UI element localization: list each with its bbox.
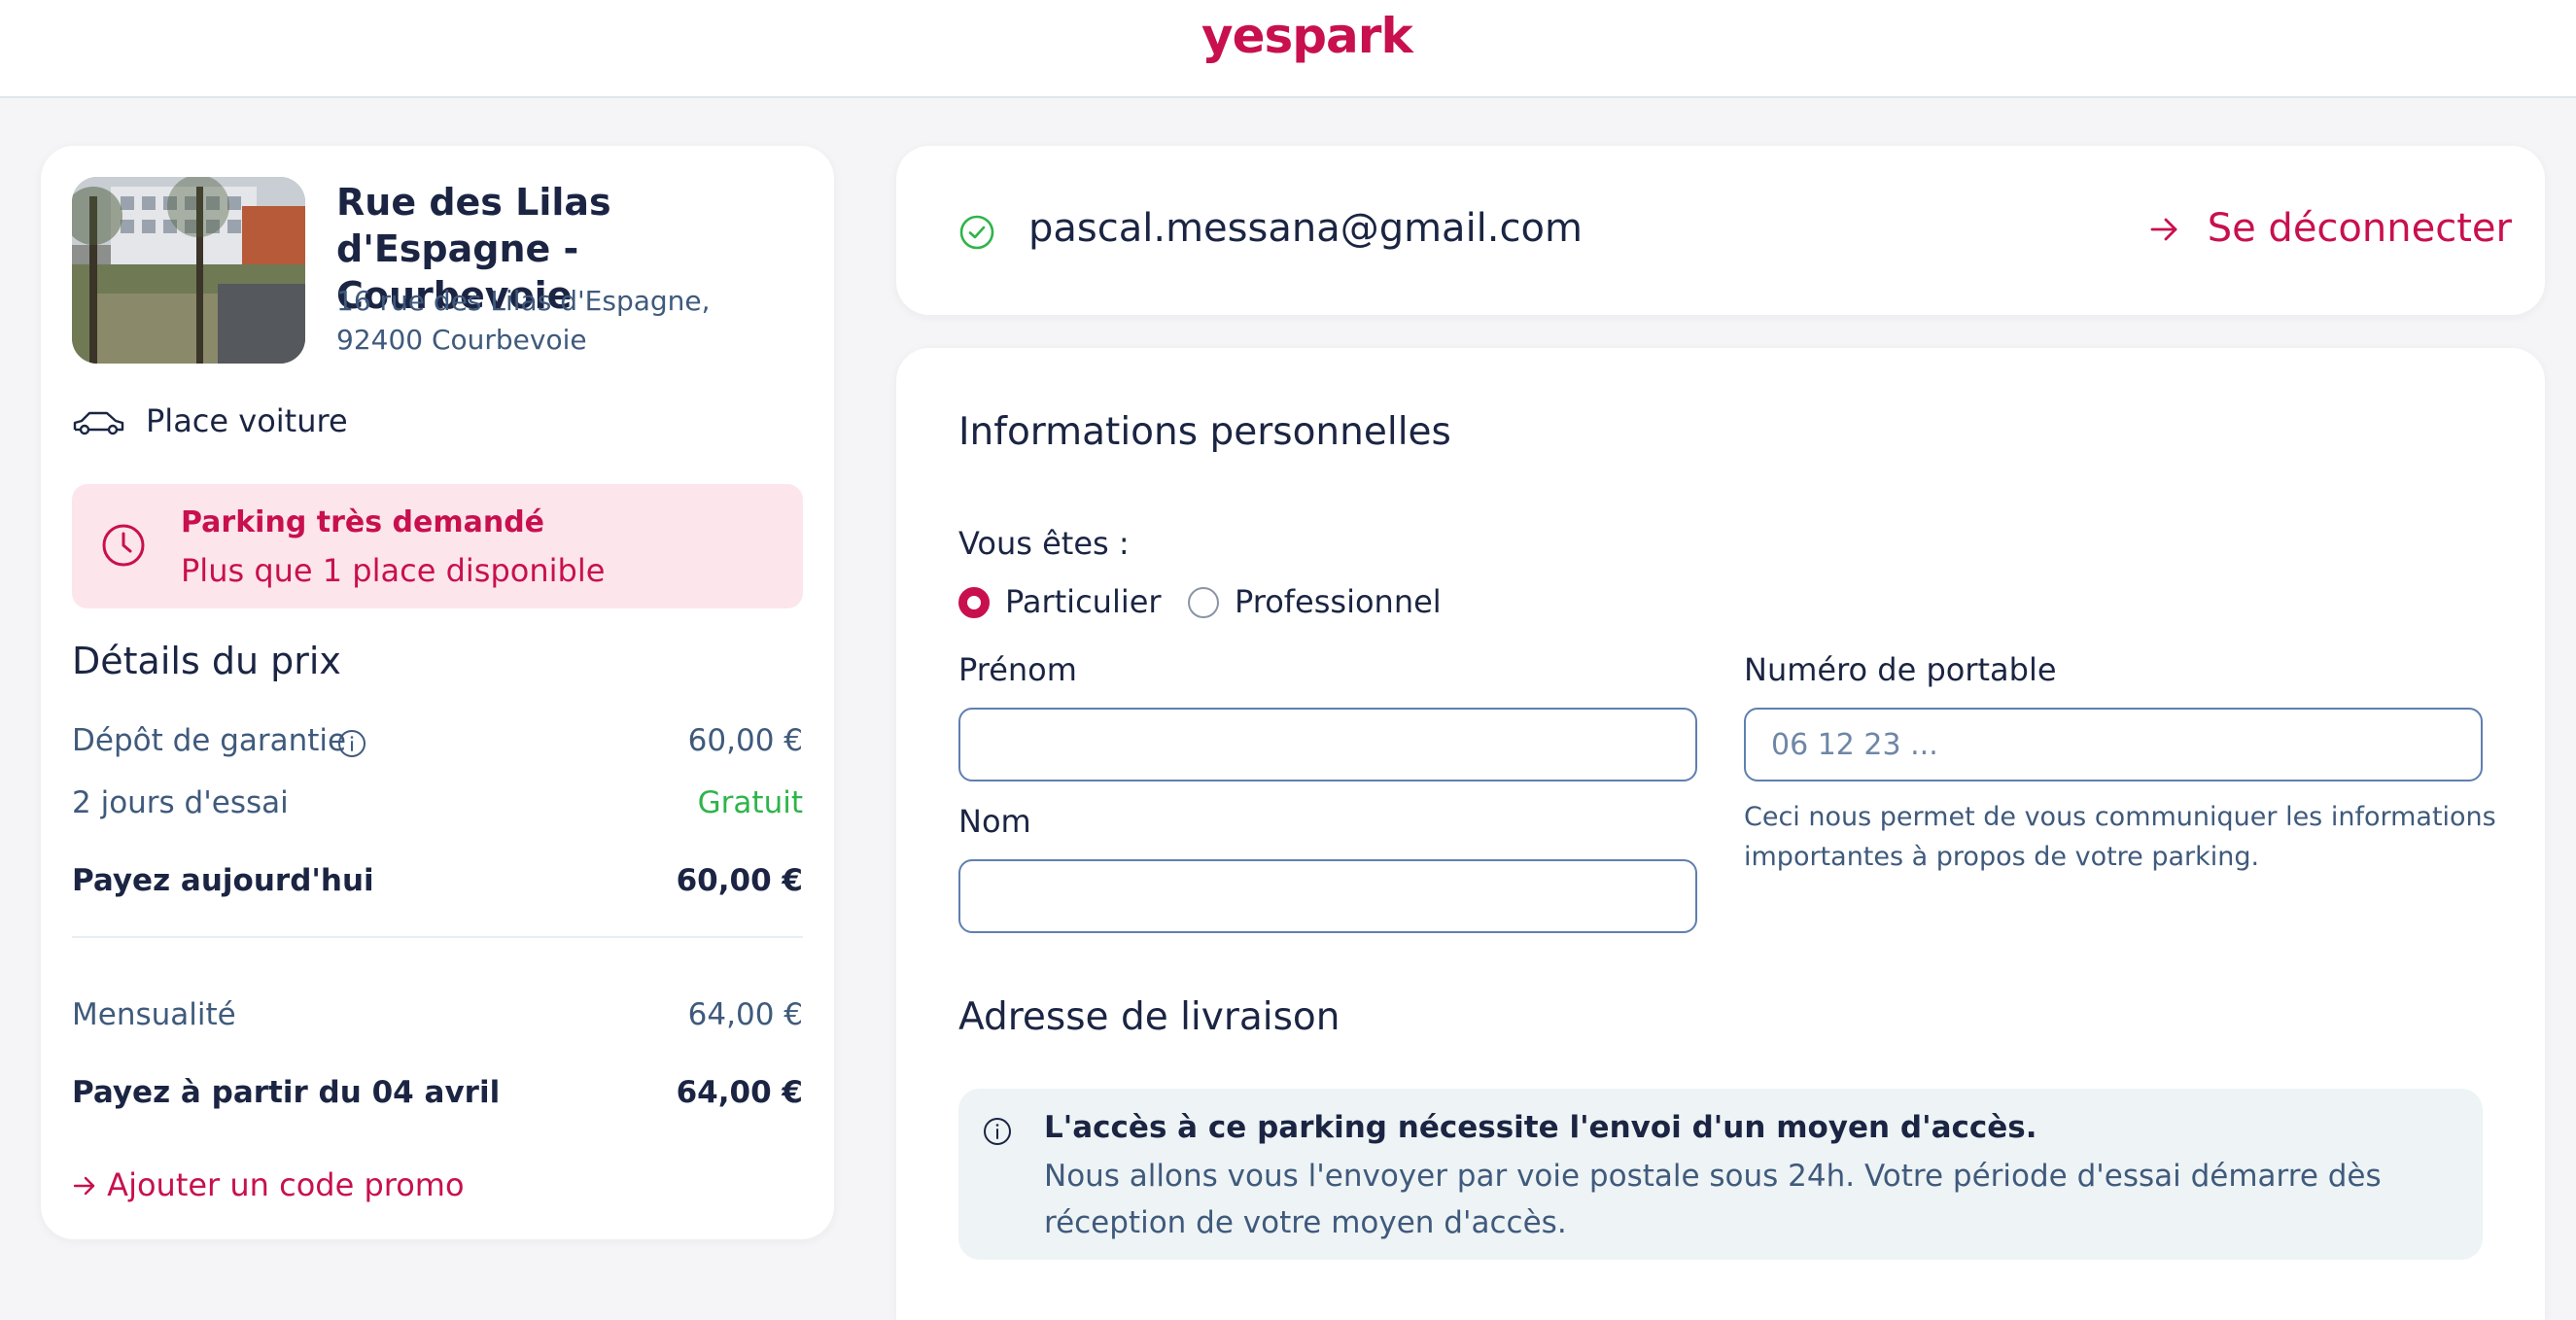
check-circle-icon <box>958 214 995 251</box>
phone-label: Numéro de portable <box>1744 651 2057 688</box>
alert-subtitle: Plus que 1 place disponible <box>181 552 606 589</box>
parking-photo <box>72 177 305 364</box>
logout-label: Se déconnecter <box>2207 206 2512 251</box>
radio-professional[interactable] <box>1188 587 1219 618</box>
pay-from-label: Payez à partir du 04 avril <box>72 1075 501 1110</box>
price-divider <box>72 936 803 938</box>
radio-individual-label[interactable]: Particulier <box>1005 583 1162 620</box>
pay-from-value: 64,00 € <box>676 1075 803 1110</box>
price-details-heading: Détails du prix <box>72 640 341 682</box>
radio-individual[interactable] <box>958 587 990 618</box>
delivery-address-heading: Adresse de livraison <box>958 995 1340 1039</box>
info-icon <box>982 1116 1013 1147</box>
clock-icon <box>101 523 146 568</box>
phone-help-text: Ceci nous permet de vous communiquer les… <box>1744 802 2496 872</box>
monthly-label: Mensualité <box>72 997 236 1032</box>
firstname-label: Prénom <box>958 651 1077 688</box>
personal-info-heading: Informations personnelles <box>958 410 1451 454</box>
alert-title: Parking très demandé <box>181 505 545 539</box>
info-icon[interactable] <box>336 728 367 759</box>
deposit-label: Dépôt de garantie <box>72 723 347 758</box>
logout-button[interactable]: Se déconnecter <box>2148 206 2512 251</box>
trial-value: Gratuit <box>697 785 803 820</box>
monthly-value: 64,00 € <box>687 997 803 1032</box>
radio-professional-label[interactable]: Professionnel <box>1235 583 1442 620</box>
lastname-input[interactable] <box>958 859 1697 933</box>
promo-link-label: Ajouter un code promo <box>107 1166 465 1203</box>
pay-today-label: Payez aujourd'hui <box>72 863 374 898</box>
account-email: pascal.messana@gmail.com <box>1028 206 1583 251</box>
parking-type-label: Place voiture <box>146 402 348 439</box>
demand-alert <box>72 484 803 608</box>
access-info-title: L'accès à ce parking nécessite l'envoi d… <box>1044 1110 2037 1145</box>
trial-label: 2 jours d'essai <box>72 785 289 820</box>
access-info-body: Nous allons vous l'envoyer par voie post… <box>1044 1159 2382 1240</box>
arrow-right-icon <box>2148 206 2208 251</box>
top-bar: yespark <box>0 0 2576 98</box>
you-are-label: Vous êtes : <box>958 525 1130 562</box>
phone-input[interactable] <box>1744 708 2483 782</box>
parking-address: 16 rue des Lilas d'Espagne, 92400 Courbe… <box>336 285 711 356</box>
add-promo-code-link[interactable]: Ajouter un code promo <box>72 1166 465 1203</box>
yespark-logo[interactable]: yespark <box>1201 8 1413 64</box>
lastname-label: Nom <box>958 803 1031 840</box>
car-icon <box>72 408 126 439</box>
arrow-right-icon <box>72 1166 107 1203</box>
deposit-value: 60,00 € <box>687 723 803 758</box>
firstname-input[interactable] <box>958 708 1697 782</box>
pay-today-value: 60,00 € <box>676 863 803 898</box>
